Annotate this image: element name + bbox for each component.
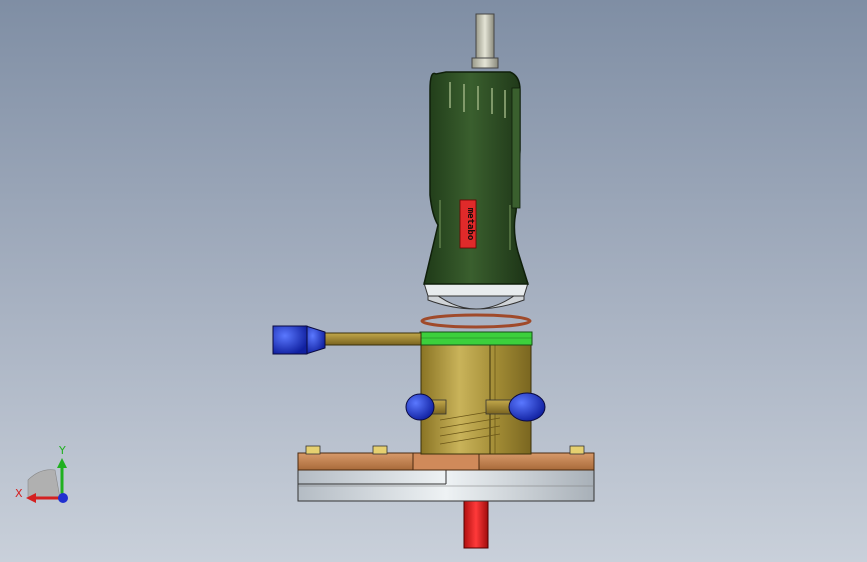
- x-axis-label: X: [15, 487, 23, 500]
- base-plate[interactable]: [297, 469, 595, 502]
- flange-bolt: [372, 445, 388, 455]
- cad-viewport[interactable]: metabo Y X: [0, 0, 867, 562]
- brand-label: metabo: [459, 199, 477, 249]
- y-axis-label: Y: [58, 444, 66, 457]
- bottom-post[interactable]: [463, 499, 489, 549]
- coordinate-triad: Y X: [15, 444, 68, 503]
- tool-housing[interactable]: [423, 71, 530, 285]
- tool-spindle[interactable]: [471, 13, 499, 69]
- tool-collar[interactable]: [420, 282, 532, 329]
- brand-text: metabo: [465, 208, 475, 241]
- model-canvas[interactable]: metabo Y X: [0, 0, 867, 562]
- flange-bolt: [569, 445, 585, 455]
- flange-bolt: [305, 445, 321, 455]
- side-handle[interactable]: [272, 325, 422, 355]
- z-axis-dot: [58, 493, 68, 503]
- triad-plane-icon: [27, 469, 61, 499]
- top-ring[interactable]: [419, 331, 533, 346]
